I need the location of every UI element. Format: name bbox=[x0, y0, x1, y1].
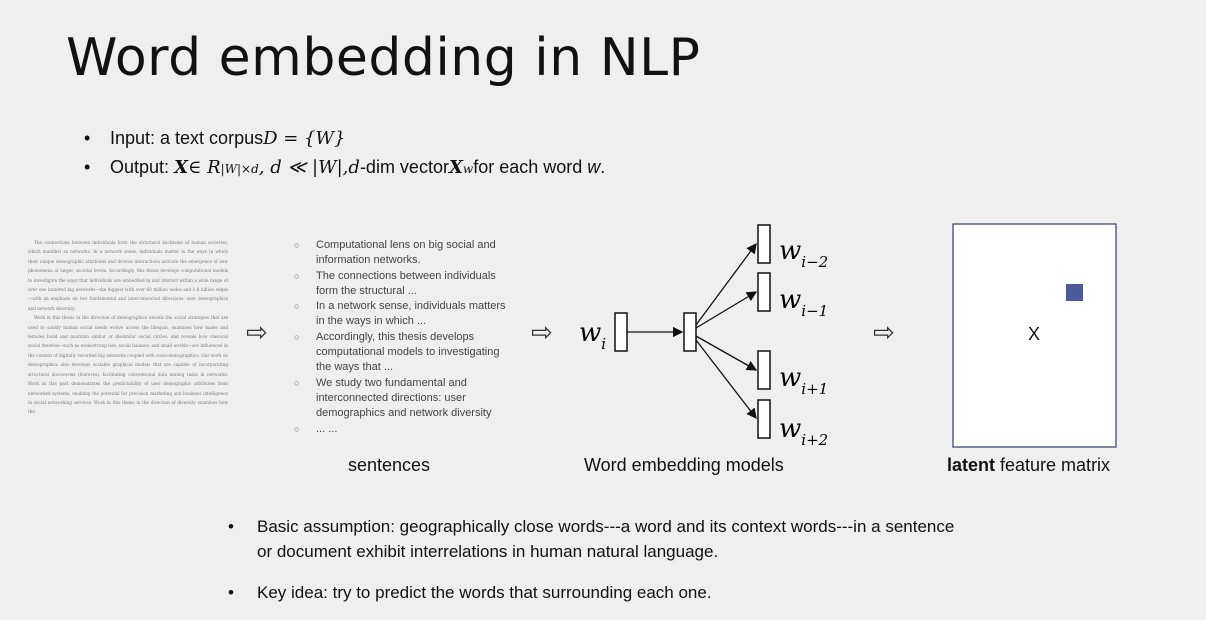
output-vector bbox=[757, 350, 771, 390]
output-word-label: wi+1 bbox=[779, 363, 828, 398]
right-arrow-icon: ⇨ bbox=[873, 318, 895, 348]
input-word-label: wi bbox=[579, 318, 606, 353]
hidden-vector bbox=[683, 312, 697, 352]
key-idea-text: Key idea: try to predict the words that … bbox=[257, 583, 712, 602]
input-vector bbox=[614, 312, 628, 352]
caption-latent-rest: feature matrix bbox=[995, 455, 1111, 475]
caption-models: Word embedding models bbox=[584, 455, 784, 475]
output-arrow bbox=[695, 242, 757, 326]
output-arrow bbox=[695, 291, 758, 329]
output-word-label: wi−2 bbox=[779, 236, 828, 271]
list-item: • Key idea: try to predict the words tha… bbox=[228, 580, 968, 605]
matrix-entry-square bbox=[1066, 284, 1083, 301]
output-vector bbox=[757, 399, 771, 439]
matrix-label: X bbox=[1028, 324, 1040, 344]
output-arrow bbox=[695, 339, 757, 420]
output-word-label: wi+2 bbox=[779, 414, 828, 449]
list-item: • Basic assumption: geographically close… bbox=[228, 514, 968, 564]
caption-latent: latent feature matrix bbox=[947, 455, 1110, 476]
caption-latent-bold: latent bbox=[947, 455, 996, 475]
output-word-label: wi−1 bbox=[779, 285, 828, 320]
output-vector bbox=[757, 272, 771, 312]
caption-sentences: sentences bbox=[348, 455, 431, 475]
bottom-bullets: • Basic assumption: geographically close… bbox=[228, 514, 968, 605]
output-vector bbox=[757, 224, 771, 264]
assumption-text: Basic assumption: geographically close w… bbox=[257, 517, 955, 561]
output-arrow bbox=[695, 335, 758, 371]
bullet-dot: • bbox=[228, 583, 234, 602]
bullet-dot: • bbox=[228, 517, 234, 536]
